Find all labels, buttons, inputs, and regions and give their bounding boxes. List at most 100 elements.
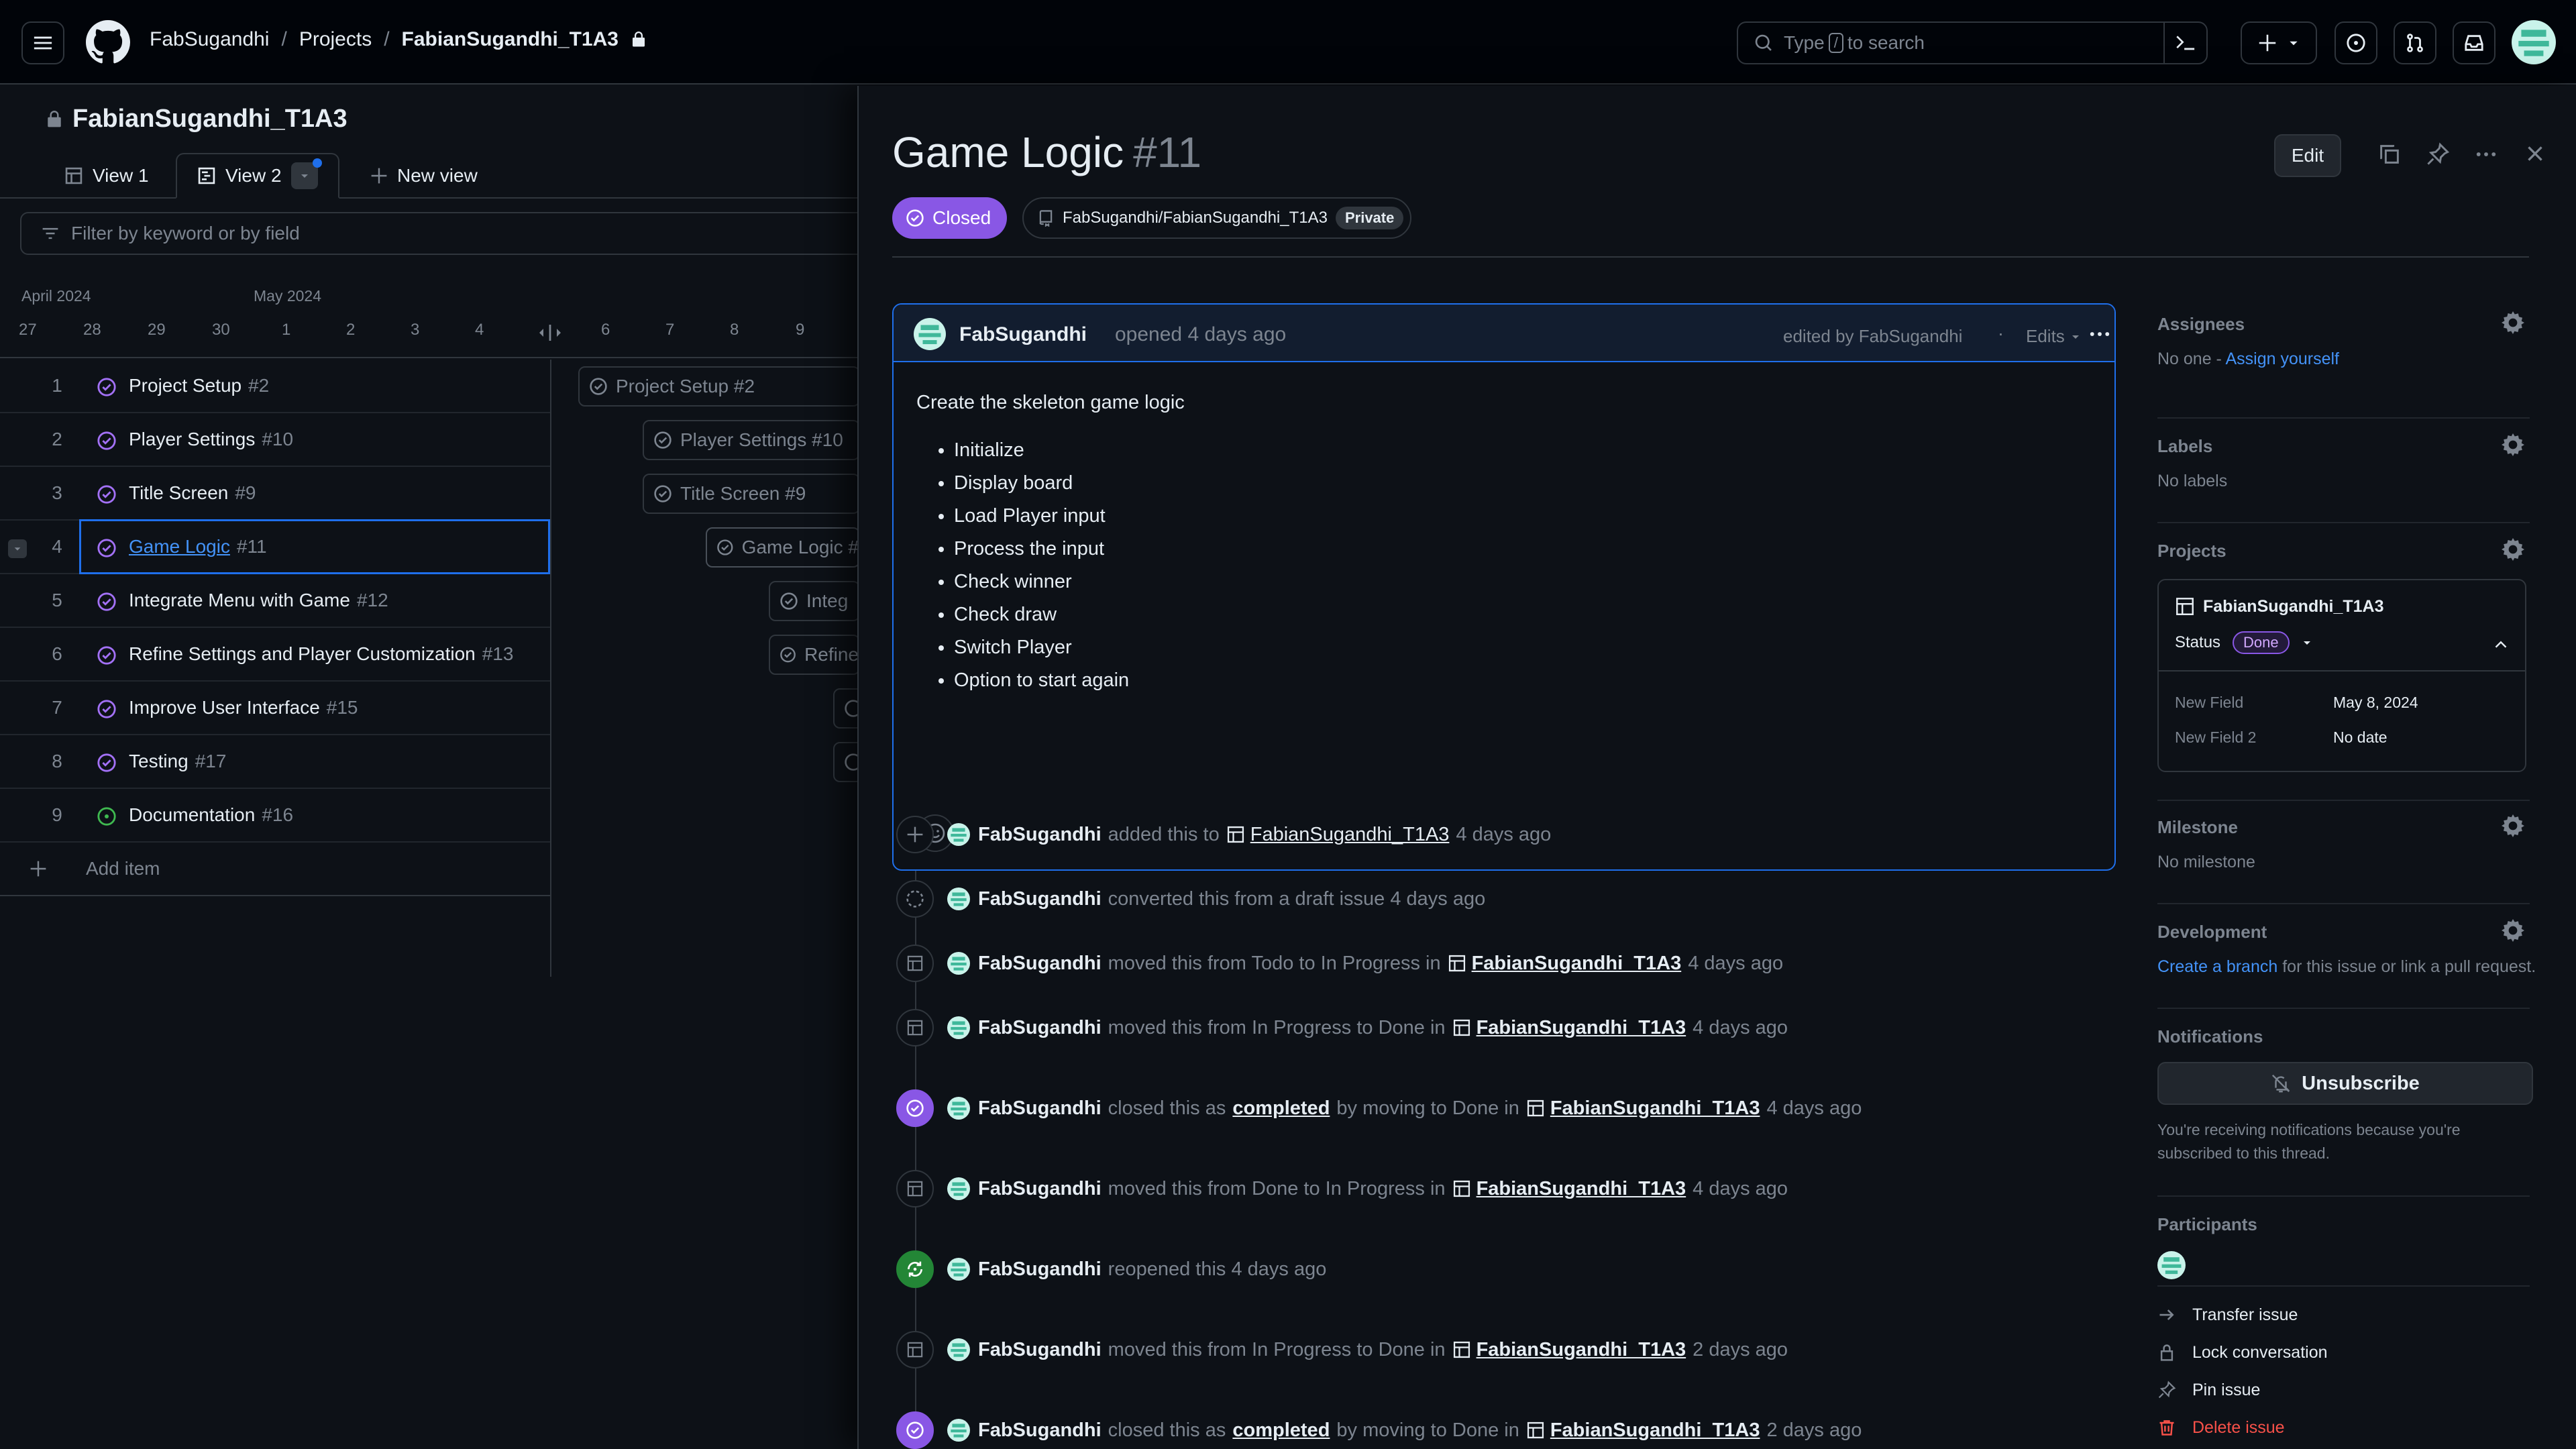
assignees-settings-button[interactable] — [2502, 311, 2524, 334]
delete-issue-button[interactable]: Delete issue — [2157, 1409, 2530, 1446]
table-row[interactable]: 1 Project Setup #2 — [0, 360, 550, 413]
create-branch-link[interactable]: Create a branch — [2157, 957, 2277, 976]
pin-button[interactable] — [2426, 142, 2450, 166]
filter-input[interactable]: Filter by keyword or by field — [20, 212, 865, 255]
edit-title-button[interactable]: Edit — [2274, 134, 2341, 177]
edits-dropdown[interactable]: Edits — [2026, 326, 2081, 347]
timeline-resize-handle[interactable] — [539, 325, 561, 341]
row-expand-button[interactable] — [8, 539, 27, 558]
collapse-project-button[interactable] — [2493, 637, 2509, 653]
avatar[interactable] — [947, 1097, 970, 1120]
table-row[interactable]: 5 Integrate Menu with Game #12 — [0, 574, 550, 628]
project-link[interactable]: FabianSugandhi_T1A3 — [1526, 1097, 1760, 1120]
table-row[interactable]: 9 Documentation #16 — [0, 789, 550, 843]
github-logo-icon[interactable] — [86, 20, 130, 64]
event-actor[interactable]: FabSugandhi — [978, 1178, 1102, 1200]
table-row[interactable]: 2 Player Settings #10 — [0, 413, 550, 467]
add-item-row[interactable]: Add item — [0, 843, 550, 896]
avatar[interactable] — [947, 1258, 970, 1281]
item-title[interactable]: Improve User Interface — [129, 697, 320, 718]
project-link[interactable]: FabianSugandhi_T1A3 — [1526, 1419, 1760, 1442]
project-card-title[interactable]: FabianSugandhi_T1A3 — [2175, 596, 2509, 616]
project-field-row[interactable]: New Field 2 No date — [2175, 720, 2509, 755]
repository-badge[interactable]: FabSugandhi/FabianSugandhi_T1A3 Private — [1022, 197, 1412, 239]
table-row[interactable]: 8 Testing #17 — [0, 735, 550, 789]
user-avatar[interactable] — [2512, 20, 2556, 64]
project-link[interactable]: FabianSugandhi_T1A3 — [1452, 1017, 1686, 1039]
item-title[interactable]: Refine Settings and Player Customization — [129, 643, 476, 664]
timeline-bar[interactable]: Title Screen #9 — [643, 474, 860, 514]
item-title[interactable]: Title Screen — [129, 482, 228, 503]
project-link[interactable]: FabianSugandhi_T1A3 — [1452, 1178, 1686, 1200]
item-title[interactable]: Player Settings — [129, 429, 255, 449]
milestone-settings-button[interactable] — [2502, 814, 2524, 837]
transfer-issue-button[interactable]: Transfer issue — [2157, 1296, 2530, 1334]
avatar[interactable] — [947, 1016, 970, 1039]
avatar[interactable] — [947, 1419, 970, 1442]
menu-button[interactable] — [21, 21, 64, 64]
item-title[interactable]: Integrate Menu with Game — [129, 590, 350, 610]
timeline-bar[interactable]: Refine — [769, 635, 860, 675]
pull-requests-button[interactable] — [2394, 21, 2436, 64]
project-field-row[interactable]: New Field May 8, 2024 — [2175, 685, 2509, 720]
event-actor[interactable]: FabSugandhi — [978, 1339, 1102, 1361]
copy-link-button[interactable] — [2377, 142, 2402, 166]
labels-settings-button[interactable] — [2502, 433, 2524, 456]
avatar[interactable] — [947, 952, 970, 975]
lock-conversation-button[interactable]: Lock conversation — [2157, 1334, 2530, 1371]
comment-author[interactable]: FabSugandhi — [959, 323, 1087, 346]
timeline-bar[interactable]: Project Setup #2 — [578, 366, 860, 407]
table-row-selected[interactable]: 4 Game Logic #11 — [0, 519, 550, 574]
issues-button[interactable] — [2334, 21, 2377, 64]
item-title[interactable]: Documentation — [129, 804, 255, 825]
table-row[interactable]: 7 Improve User Interface #15 — [0, 682, 550, 735]
avatar[interactable] — [914, 318, 946, 350]
event-actor[interactable]: FabSugandhi — [978, 1097, 1102, 1120]
item-title-link[interactable]: Game Logic — [129, 536, 230, 557]
development-settings-button[interactable] — [2502, 919, 2524, 942]
breadcrumb-projects[interactable]: Projects — [299, 28, 372, 51]
project-link[interactable]: FabianSugandhi_T1A3 — [1448, 953, 1681, 975]
item-title[interactable]: Project Setup — [129, 375, 241, 396]
search-input[interactable]: Type / to search — [1737, 21, 2208, 64]
event-actor[interactable]: FabSugandhi — [978, 1017, 1102, 1039]
completed-link[interactable]: completed — [1232, 1419, 1330, 1442]
view-options-button[interactable] — [290, 158, 322, 189]
project-link[interactable]: FabianSugandhi_T1A3 — [1452, 1339, 1686, 1361]
item-title[interactable]: Testing — [129, 751, 189, 771]
gear-icon — [2502, 919, 2524, 942]
timeline-bar[interactable]: Integ — [769, 581, 860, 621]
event-actor[interactable]: FabSugandhi — [978, 888, 1102, 910]
new-view-button[interactable]: New view — [370, 153, 478, 199]
avatar[interactable] — [947, 1338, 970, 1361]
avatar[interactable] — [2157, 1251, 2530, 1279]
inbox-button[interactable] — [2453, 21, 2496, 64]
project-link[interactable]: FabianSugandhi_T1A3 — [1226, 824, 1449, 846]
breadcrumb-project[interactable]: FabianSugandhi_T1A3 — [402, 28, 619, 51]
comment-options-button[interactable] — [2088, 322, 2112, 346]
create-new-button[interactable] — [2241, 21, 2317, 64]
more-options-button[interactable] — [2474, 142, 2498, 166]
pin-issue-button[interactable]: Pin issue — [2157, 1371, 2530, 1409]
avatar[interactable] — [947, 888, 970, 910]
event-actor[interactable]: FabSugandhi — [978, 824, 1102, 846]
timeline-bar[interactable]: Player Settings #10 — [643, 420, 860, 460]
close-panel-button[interactable] — [2524, 142, 2546, 165]
event-actor[interactable]: FabSugandhi — [978, 1258, 1102, 1281]
timeline-bar[interactable]: Game Logic # — [706, 527, 860, 568]
completed-link[interactable]: completed — [1232, 1097, 1330, 1120]
tab-view-2[interactable]: View 2 — [176, 153, 339, 199]
status-dropdown[interactable]: Done — [2233, 631, 2312, 654]
table-row[interactable]: 3 Title Screen #9 — [0, 467, 550, 521]
assign-yourself-link[interactable]: Assign yourself — [2225, 350, 2339, 368]
avatar[interactable] — [947, 823, 970, 846]
event-actor[interactable]: FabSugandhi — [978, 953, 1102, 975]
table-row[interactable]: 6 Refine Settings and Player Customizati… — [0, 628, 550, 682]
breadcrumb-owner[interactable]: FabSugandhi — [150, 28, 269, 51]
tab-view-1[interactable]: View 1 — [64, 153, 149, 199]
command-palette-button[interactable] — [2163, 23, 2206, 63]
event-actor[interactable]: FabSugandhi — [978, 1419, 1102, 1442]
projects-settings-button[interactable] — [2502, 538, 2524, 561]
avatar[interactable] — [947, 1177, 970, 1200]
unsubscribe-button[interactable]: Unsubscribe — [2157, 1062, 2533, 1105]
